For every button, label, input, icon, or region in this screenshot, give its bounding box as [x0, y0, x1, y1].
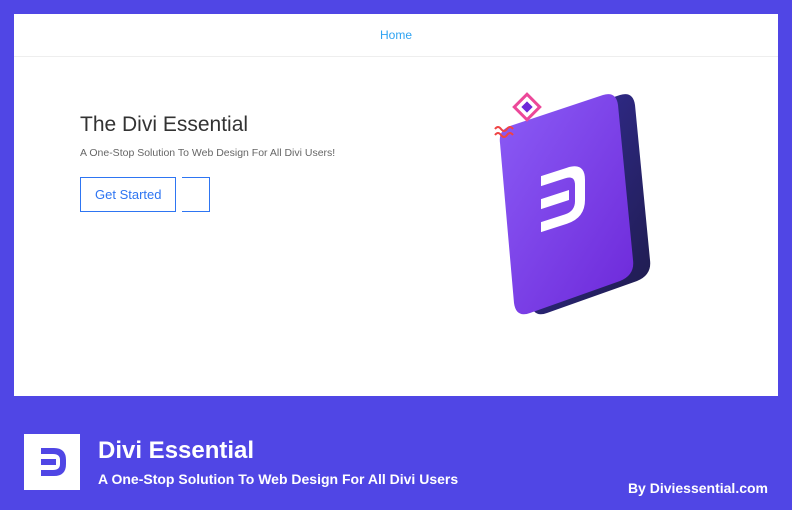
hero-graphic	[410, 87, 730, 327]
get-started-button[interactable]: Get Started	[80, 177, 176, 212]
footer-logo	[24, 434, 80, 490]
footer-author: By Diviessential.com	[628, 480, 768, 510]
footer-text: Divi Essential A One-Stop Solution To We…	[98, 437, 610, 487]
nav-bar: Home	[14, 14, 778, 57]
hero-title: The Divi Essential	[80, 113, 370, 137]
footer-title: Divi Essential	[98, 437, 610, 465]
footer-subtitle: A One-Stop Solution To Web Design For Al…	[98, 471, 610, 487]
hero-text-column: The Divi Essential A One-Stop Solution T…	[80, 87, 370, 327]
footer-banner: Divi Essential A One-Stop Solution To We…	[14, 414, 778, 510]
isometric-card-icon	[465, 87, 675, 327]
hero-subtitle: A One-Stop Solution To Web Design For Al…	[80, 147, 370, 159]
nav-link-home[interactable]: Home	[380, 28, 412, 42]
button-row: Get Started	[80, 177, 370, 212]
hero-section: The Divi Essential A One-Stop Solution T…	[14, 57, 778, 327]
secondary-button[interactable]	[182, 177, 210, 212]
brand-d-icon	[34, 444, 70, 480]
main-card: Home The Divi Essential A One-Stop Solut…	[14, 14, 778, 396]
